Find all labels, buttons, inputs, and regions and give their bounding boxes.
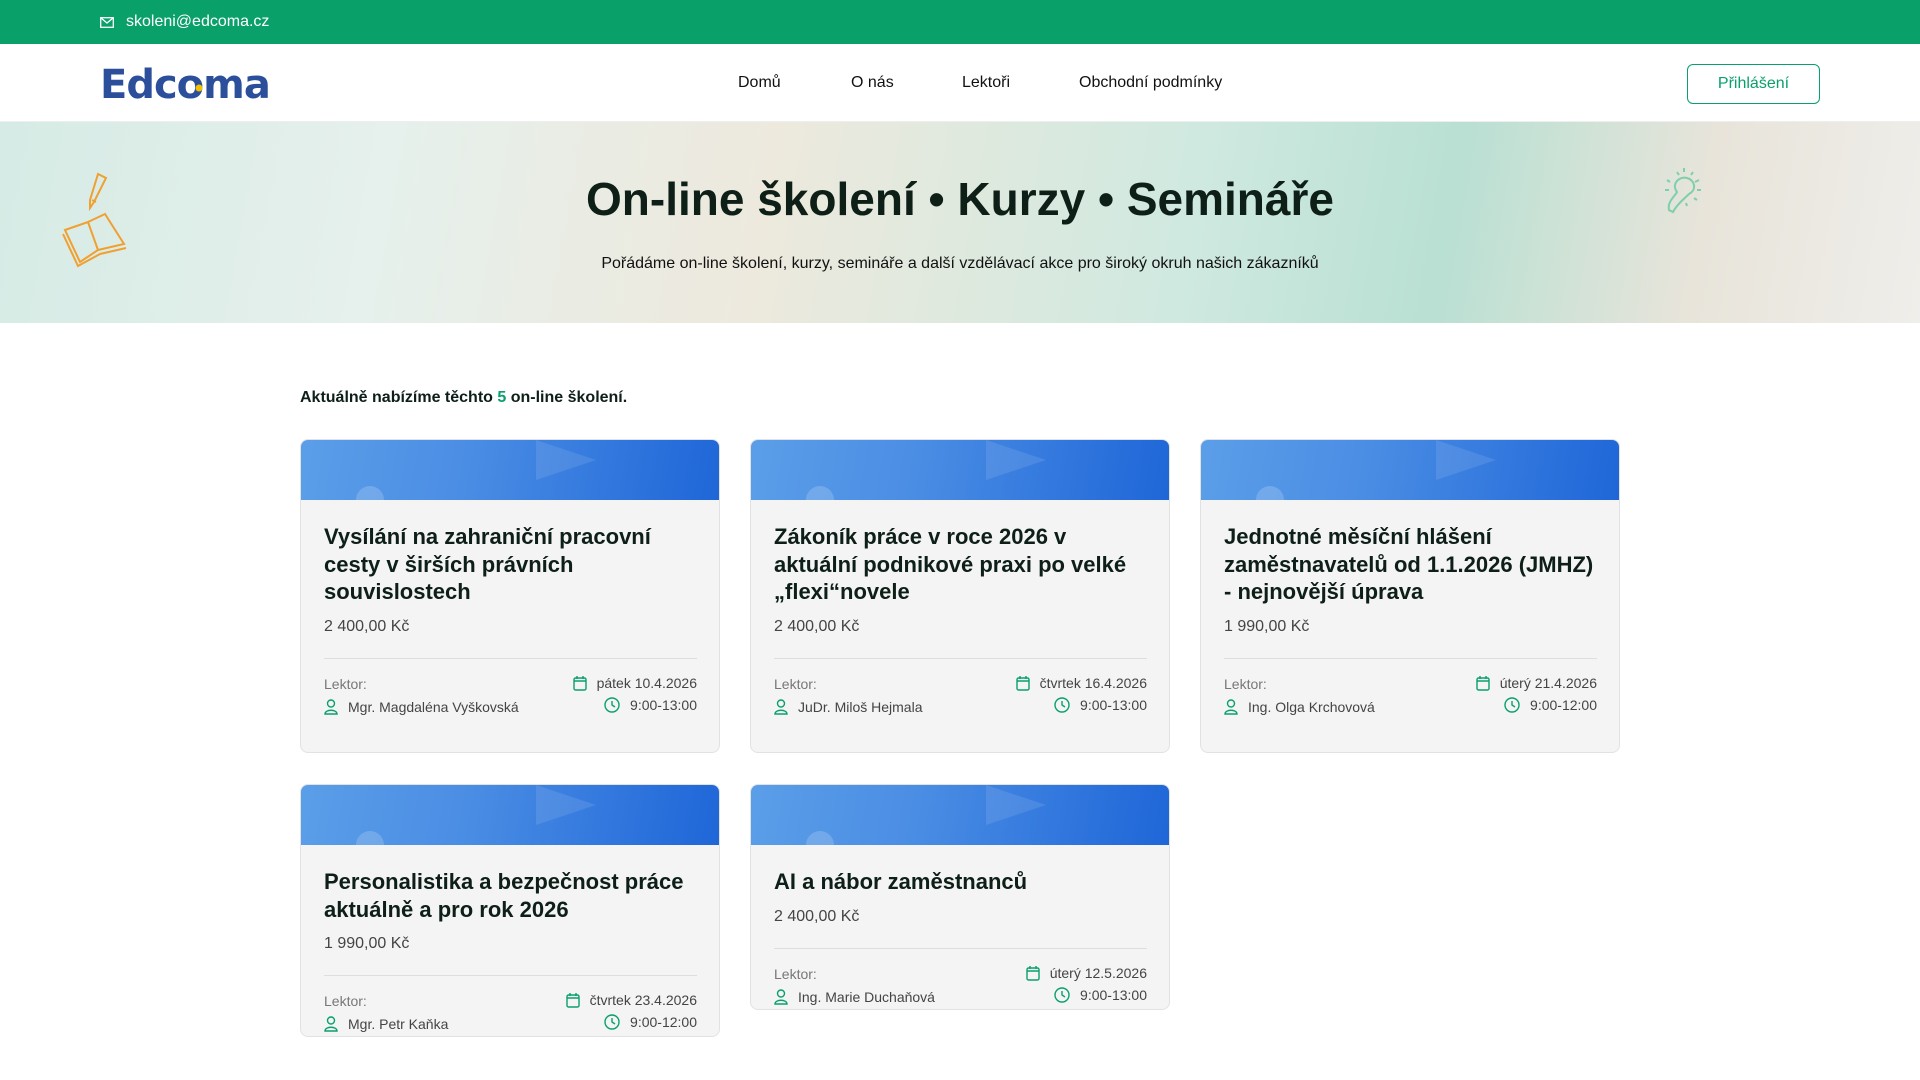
card-header-image bbox=[301, 785, 719, 845]
lecturer-name: JuDr. Miloš Hejmala bbox=[798, 698, 923, 715]
login-button[interactable]: Přihlášení bbox=[1687, 64, 1820, 104]
course-date: čtvrtek 23.4.2026 bbox=[589, 992, 697, 1008]
svg-text:Edcoma: Edcoma bbox=[100, 66, 270, 102]
course-time: 9:00-13:00 bbox=[630, 696, 697, 713]
course-date: čtvrtek 16.4.2026 bbox=[1039, 674, 1147, 691]
nav-about[interactable]: O nás bbox=[851, 74, 894, 92]
edcoma-logo[interactable]: Edcoma bbox=[100, 66, 280, 102]
hero-title: On-line školení • Kurzy • Semináře bbox=[586, 173, 1334, 225]
course-price: 2 400,00 Kč bbox=[324, 617, 410, 635]
course-date: úterý 12.5.2026 bbox=[1049, 964, 1147, 981]
course-time: 9:00-13:00 bbox=[1080, 696, 1147, 713]
course-price: 2 400,00 Kč bbox=[774, 617, 860, 635]
envelope-icon bbox=[100, 16, 114, 28]
card-header-image bbox=[751, 440, 1169, 500]
lecturer-label: Lektor: bbox=[324, 675, 367, 692]
calendar-icon bbox=[572, 675, 587, 691]
lightbulb-icon bbox=[1665, 168, 1701, 214]
course-time: 9:00-12:00 bbox=[1530, 696, 1597, 713]
lecturer-label: Lektor: bbox=[1224, 675, 1267, 692]
user-icon bbox=[774, 988, 788, 1005]
course-card[interactable]: Zákoník práce v roce 2026 v aktuální pod… bbox=[750, 439, 1170, 753]
card-header-image bbox=[751, 785, 1169, 845]
divider bbox=[324, 657, 697, 659]
course-time: 9:00-13:00 bbox=[1080, 986, 1147, 1003]
divider bbox=[774, 947, 1147, 949]
course-card[interactable]: Jednotné měsíční hlášení zaměstnavatelů … bbox=[1200, 439, 1620, 753]
divider bbox=[774, 657, 1147, 659]
courses-intro: Aktuálně nabízíme těchto 5 on-line škole… bbox=[300, 389, 628, 406]
course-count: 5 bbox=[497, 389, 507, 406]
course-grid: Vysílání na zahraniční pracovní cesty v … bbox=[300, 439, 1620, 1037]
course-card[interactable]: Personalistika a bezpečnost práce aktuál… bbox=[300, 784, 720, 1037]
clock-icon bbox=[604, 696, 620, 713]
user-icon bbox=[774, 698, 788, 715]
divider bbox=[324, 975, 697, 976]
top-bar: skoleni@edcoma.cz bbox=[0, 0, 1920, 44]
nav-terms[interactable]: Obchodní podmínky bbox=[1079, 74, 1222, 92]
calendar-icon bbox=[1476, 675, 1490, 691]
course-card[interactable]: Vysílání na zahraniční pracovní cesty v … bbox=[300, 439, 720, 753]
user-icon bbox=[1224, 698, 1238, 715]
hero-subtitle: Pořádáme on-line školení, kurzy, seminář… bbox=[601, 255, 1319, 272]
calendar-icon bbox=[565, 993, 580, 1008]
lecturer-label: Lektor: bbox=[774, 965, 817, 982]
divider bbox=[1224, 657, 1597, 659]
lecturer-label: Lektor: bbox=[774, 675, 817, 692]
clock-icon bbox=[1054, 986, 1070, 1003]
calendar-icon bbox=[1026, 965, 1040, 981]
card-header-image bbox=[1201, 440, 1619, 500]
card-header-image bbox=[301, 440, 719, 500]
course-time: 9:00-12:00 bbox=[630, 1014, 697, 1030]
nav-home[interactable]: Domů bbox=[738, 74, 781, 92]
nav-lecturers[interactable]: Lektoři bbox=[962, 74, 1010, 92]
hero-banner: On-line školení • Kurzy • Semináře Pořád… bbox=[0, 122, 1920, 323]
course-title[interactable]: AI a nábor zaměstnanců bbox=[774, 868, 1147, 896]
lecturer-name: Ing. Marie Duchaňová bbox=[798, 988, 935, 1005]
clock-icon bbox=[1504, 696, 1520, 713]
clock-icon bbox=[1054, 696, 1070, 713]
main-nav: Edcoma Domů O nás Lektoři Obchodní podmí… bbox=[0, 44, 1920, 122]
lecturer-label: Lektor: bbox=[324, 993, 367, 1009]
course-date: pátek 10.4.2026 bbox=[596, 674, 697, 691]
course-price: 1 990,00 Kč bbox=[1224, 617, 1310, 635]
lecturer-name: Mgr. Petr Kaňka bbox=[348, 1016, 449, 1032]
course-date: úterý 21.4.2026 bbox=[1499, 674, 1597, 691]
course-title[interactable]: Jednotné měsíční hlášení zaměstnavatelů … bbox=[1224, 523, 1597, 606]
lecturer-name: Mgr. Magdaléna Vyškovská bbox=[348, 698, 519, 715]
course-title[interactable]: Personalistika a bezpečnost práce aktuál… bbox=[324, 868, 697, 923]
user-icon bbox=[324, 1016, 338, 1032]
course-title[interactable]: Zákoník práce v roce 2026 v aktuální pod… bbox=[774, 523, 1147, 606]
user-icon bbox=[324, 698, 338, 715]
course-price: 2 400,00 Kč bbox=[774, 907, 860, 925]
clock-icon bbox=[604, 1014, 620, 1030]
course-price: 1 990,00 Kč bbox=[324, 935, 410, 952]
course-card[interactable]: AI a nábor zaměstnanců 2 400,00 Kč Lekto… bbox=[750, 784, 1170, 1010]
lecturer-name: Ing. Olga Krchovová bbox=[1248, 698, 1375, 715]
calendar-icon bbox=[1015, 675, 1030, 691]
contact-email[interactable]: skoleni@edcoma.cz bbox=[126, 13, 269, 31]
course-title[interactable]: Vysílání na zahraniční pracovní cesty v … bbox=[324, 523, 697, 606]
